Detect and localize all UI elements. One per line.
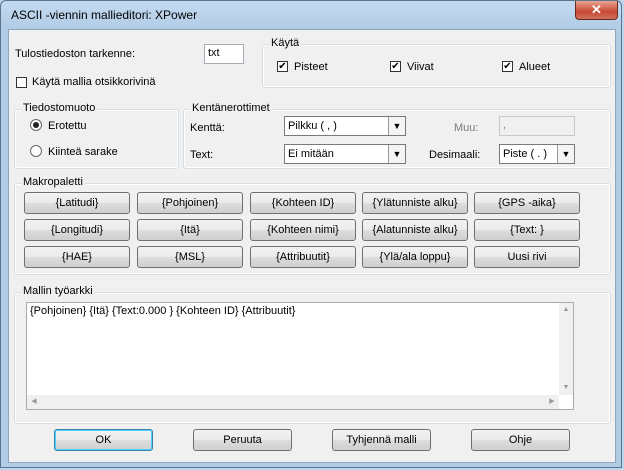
delimited-radio[interactable] xyxy=(30,119,42,131)
other-input[interactable]: , xyxy=(499,116,575,136)
scroll-down-icon[interactable]: ▼ xyxy=(559,381,573,395)
cancel-button[interactable]: Peruuta xyxy=(193,429,292,451)
macro-button-feature-id[interactable]: {Kohteen ID} xyxy=(250,192,356,214)
chevron-down-icon[interactable]: ▼ xyxy=(557,145,574,163)
lines-checkbox[interactable]: ✔ xyxy=(390,61,401,72)
fixed-column-label: Kiinteä sarake xyxy=(48,146,118,158)
scroll-right-icon[interactable]: ▶ xyxy=(545,395,559,409)
file-format-group xyxy=(14,109,179,169)
macro-button-header-footer-end[interactable]: {Ylä/ala loppu} xyxy=(362,246,468,268)
workbench-title: Mallin työarkki xyxy=(21,285,95,297)
title-bar[interactable]: ASCII -viennin mallieditori: XPower ✕ xyxy=(1,1,621,29)
macro-button-east[interactable]: {Itä} xyxy=(137,219,243,241)
help-button[interactable]: Ohje xyxy=(471,429,570,451)
field-separator-select[interactable]: Pilkku ( , ) ▼ xyxy=(284,116,406,136)
text-qualifier-value: Ei mitään xyxy=(288,148,334,160)
dialog-window: ASCII -viennin mallieditori: XPower ✕ Tu… xyxy=(0,0,622,468)
macro-button-new-line[interactable]: Uusi rivi xyxy=(474,246,580,268)
header-checkbox-label: Käytä mallia otsikkorivinä xyxy=(32,76,156,88)
lines-label: Viivat xyxy=(407,61,434,73)
check-icon: ✔ xyxy=(391,61,400,72)
text-qualifier-label: Text: xyxy=(190,149,214,161)
macro-button-header-start[interactable]: {Ylätunniste alku} xyxy=(362,192,468,214)
macro-button-hae[interactable]: {HAE} xyxy=(24,246,130,268)
clear-template-button[interactable]: Tyhjennä malli xyxy=(332,429,431,451)
fixed-column-radio[interactable] xyxy=(30,145,42,157)
decimal-label: Desimaali: xyxy=(429,149,481,161)
ok-button[interactable]: OK xyxy=(54,429,153,451)
macro-palette-title: Makropaletti xyxy=(21,176,85,188)
text-qualifier-select[interactable]: Ei mitään ▼ xyxy=(284,144,406,164)
field-separator-value: Pilkku ( , ) xyxy=(288,120,337,132)
scroll-left-icon[interactable]: ◀ xyxy=(27,395,41,409)
template-text: {Pohjoinen} {Itä} {Text:0.000 } {Kohteen… xyxy=(30,305,296,317)
decimal-select[interactable]: Piste ( . ) ▼ xyxy=(499,144,575,164)
areas-label: Alueet xyxy=(519,61,551,73)
macro-button-gps-time[interactable]: {GPS -aika} xyxy=(474,192,580,214)
close-icon: ✕ xyxy=(591,2,602,17)
template-textarea[interactable]: {Pohjoinen} {Itä} {Text:0.000 } {Kohteen… xyxy=(26,302,574,410)
extension-value: txt xyxy=(208,47,220,59)
macro-button-north[interactable]: {Pohjoinen} xyxy=(137,192,243,214)
points-label: Pisteet xyxy=(294,61,328,73)
points-checkbox[interactable]: ✔ xyxy=(277,61,288,72)
macro-button-feature-name[interactable]: {Kohteen nimi} xyxy=(250,219,356,241)
header-checkbox[interactable] xyxy=(16,77,27,88)
other-label: Muu: xyxy=(454,122,479,134)
areas-checkbox[interactable]: ✔ xyxy=(502,61,513,72)
extension-input[interactable]: txt xyxy=(204,44,244,64)
chevron-down-icon[interactable]: ▼ xyxy=(388,117,405,135)
horizontal-scrollbar[interactable]: ◀ ▶ xyxy=(27,395,559,409)
check-icon: ✔ xyxy=(503,61,512,72)
field-separator-label: Kenttä: xyxy=(190,122,225,134)
macro-button-attributes[interactable]: {Attribuutit} xyxy=(250,246,356,268)
scroll-up-icon[interactable]: ▲ xyxy=(559,303,573,317)
extension-label: Tulostiedoston tarkenne: xyxy=(15,48,136,60)
macro-button-footer-start[interactable]: {Alatunniste alku} xyxy=(362,219,468,241)
chevron-down-icon[interactable]: ▼ xyxy=(388,145,405,163)
decimal-value: Piste ( . ) xyxy=(503,148,548,160)
delimited-label: Erotettu xyxy=(48,120,87,132)
macro-button-msl[interactable]: {MSL} xyxy=(137,246,243,268)
window-title: ASCII -viennin mallieditori: XPower xyxy=(11,8,198,22)
dialog-client: Tulostiedoston tarkenne: txt Käytä malli… xyxy=(8,29,616,463)
vertical-scrollbar[interactable]: ▲ ▼ xyxy=(559,303,573,395)
check-icon: ✔ xyxy=(278,61,287,72)
macro-button-latitude[interactable]: {Latitudi} xyxy=(24,192,130,214)
other-value: , xyxy=(503,119,507,131)
use-group-title: Käytä xyxy=(269,37,302,49)
file-format-title: Tiedostomuoto xyxy=(21,102,98,114)
macro-button-text[interactable]: {Text: } xyxy=(474,219,580,241)
macro-button-longitude[interactable]: {Longitudi} xyxy=(24,219,130,241)
close-button[interactable]: ✕ xyxy=(575,1,618,20)
field-delimiters-title: Kentänerottimet xyxy=(190,102,272,114)
